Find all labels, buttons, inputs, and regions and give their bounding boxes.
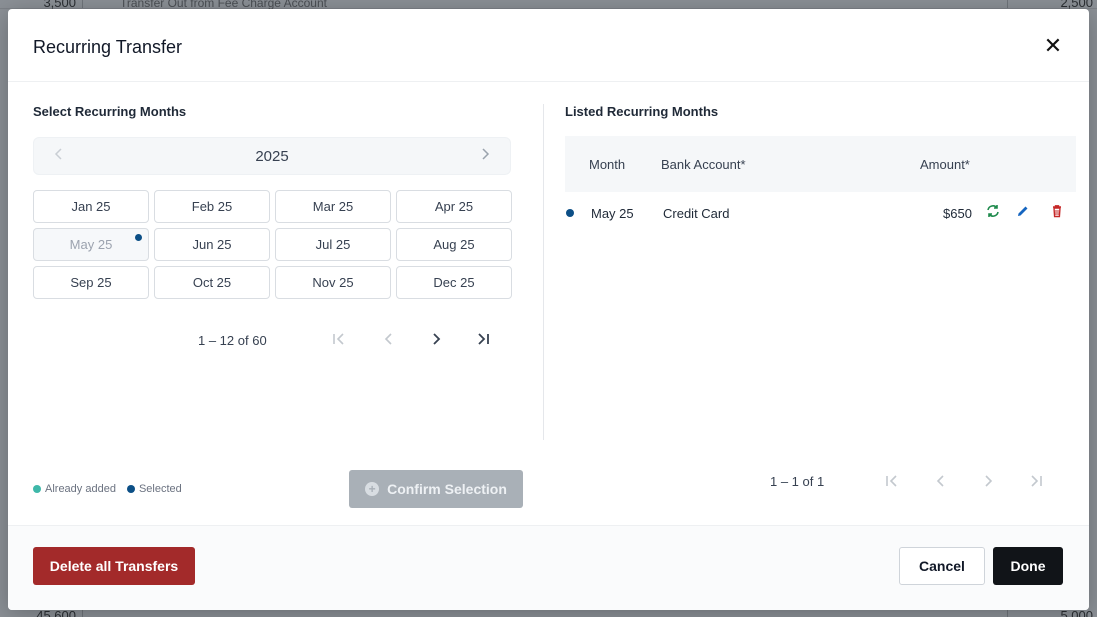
close-icon[interactable]: ✕	[1043, 35, 1063, 57]
month-label: Sep 25	[70, 275, 112, 290]
legend-already-added: Already added	[33, 483, 116, 495]
column-header-amount: Amount*	[920, 157, 970, 172]
trash-icon[interactable]	[1050, 204, 1066, 220]
table-row: May 25 Credit Card $650	[565, 192, 1076, 236]
first-page-icon[interactable]	[331, 331, 347, 351]
month-button[interactable]: Mar 25	[275, 190, 391, 223]
already-added-dot	[33, 485, 41, 493]
plus-circle-icon: +	[365, 482, 380, 496]
chevron-right-icon[interactable]	[480, 147, 490, 166]
modal-header: Recurring Transfer ✕	[8, 9, 1089, 82]
repeat-icon[interactable]	[986, 204, 1002, 220]
select-months-title: Select Recurring Months	[33, 104, 187, 119]
column-header-month: Month	[589, 157, 626, 172]
month-label: Apr 25	[434, 199, 474, 214]
column-header-bank-account: Bank Account*	[661, 157, 746, 172]
year-label: 2025	[255, 148, 289, 165]
month-button[interactable]: Feb 25	[154, 190, 270, 223]
legend-label: Selected	[138, 483, 182, 495]
done-button[interactable]: Done	[993, 547, 1063, 585]
legend-selected: Selected	[126, 483, 182, 495]
modal-footer: Delete all Transfers Cancel Done	[8, 525, 1089, 610]
recurring-transfer-modal: Recurring Transfer ✕ Select Recurring Mo…	[8, 9, 1089, 610]
month-button[interactable]: Jul 25	[275, 228, 391, 261]
confirm-selection-label: Confirm Selection	[387, 481, 507, 497]
listed-months-title: Listed Recurring Months	[565, 104, 719, 119]
month-button[interactable]: Sep 25	[33, 266, 149, 299]
row-month: May 25	[591, 206, 634, 221]
month-button[interactable]: Apr 25	[396, 190, 512, 223]
month-button[interactable]: Jan 25	[33, 190, 149, 223]
prev-page-icon[interactable]	[381, 331, 397, 351]
month-button[interactable]: Nov 25	[275, 266, 391, 299]
list-pagination-text: 1 – 1 of 1	[770, 474, 825, 489]
month-button[interactable]: Oct 25	[154, 266, 270, 299]
confirm-selection-button[interactable]: + Confirm Selection	[349, 470, 523, 508]
month-button[interactable]: Aug 25	[396, 228, 512, 261]
selected-dot	[135, 234, 142, 241]
month-label: May 25	[69, 237, 113, 252]
month-button[interactable]: May 25	[33, 228, 149, 261]
legend-label: Already added	[45, 483, 116, 495]
month-grid: Jan 25 Feb 25 Mar 25 Apr 25 May 25 Jun 25 Jul …	[33, 190, 512, 299]
month-button[interactable]: Jun 25	[154, 228, 270, 261]
selected-dot	[566, 209, 574, 217]
row-amount: $650	[943, 206, 972, 221]
last-page-icon[interactable]	[1028, 473, 1044, 493]
list-table-header: Month Bank Account* Amount*	[565, 136, 1076, 192]
year-navigator: 2025	[33, 137, 511, 175]
panel-divider	[543, 104, 544, 440]
next-page-icon[interactable]	[428, 331, 444, 351]
next-page-icon[interactable]	[980, 473, 996, 493]
row-bank-account: Credit Card	[663, 206, 730, 221]
month-label: Jan 25	[71, 199, 111, 214]
cancel-button[interactable]: Cancel	[899, 547, 985, 585]
month-label: Mar 25	[312, 199, 354, 214]
month-label: Jun 25	[192, 237, 232, 252]
month-label: Dec 25	[433, 275, 475, 290]
month-label: Nov 25	[312, 275, 354, 290]
edit-icon[interactable]	[1016, 204, 1032, 220]
first-page-icon[interactable]	[884, 473, 900, 493]
month-label: Jul 25	[315, 237, 351, 252]
legend: Already added Selected	[33, 483, 193, 495]
month-label: Feb 25	[191, 199, 233, 214]
selected-dot	[126, 485, 135, 493]
month-pagination-text: 1 – 12 of 60	[198, 333, 267, 348]
modal-title: Recurring Transfer	[33, 37, 183, 57]
month-label: Oct 25	[192, 275, 232, 290]
prev-page-icon[interactable]	[933, 473, 949, 493]
month-label: Aug 25	[433, 237, 475, 252]
last-page-icon[interactable]	[475, 331, 491, 351]
month-button[interactable]: Dec 25	[396, 266, 512, 299]
delete-all-transfers-button[interactable]: Delete all Transfers	[33, 547, 195, 585]
